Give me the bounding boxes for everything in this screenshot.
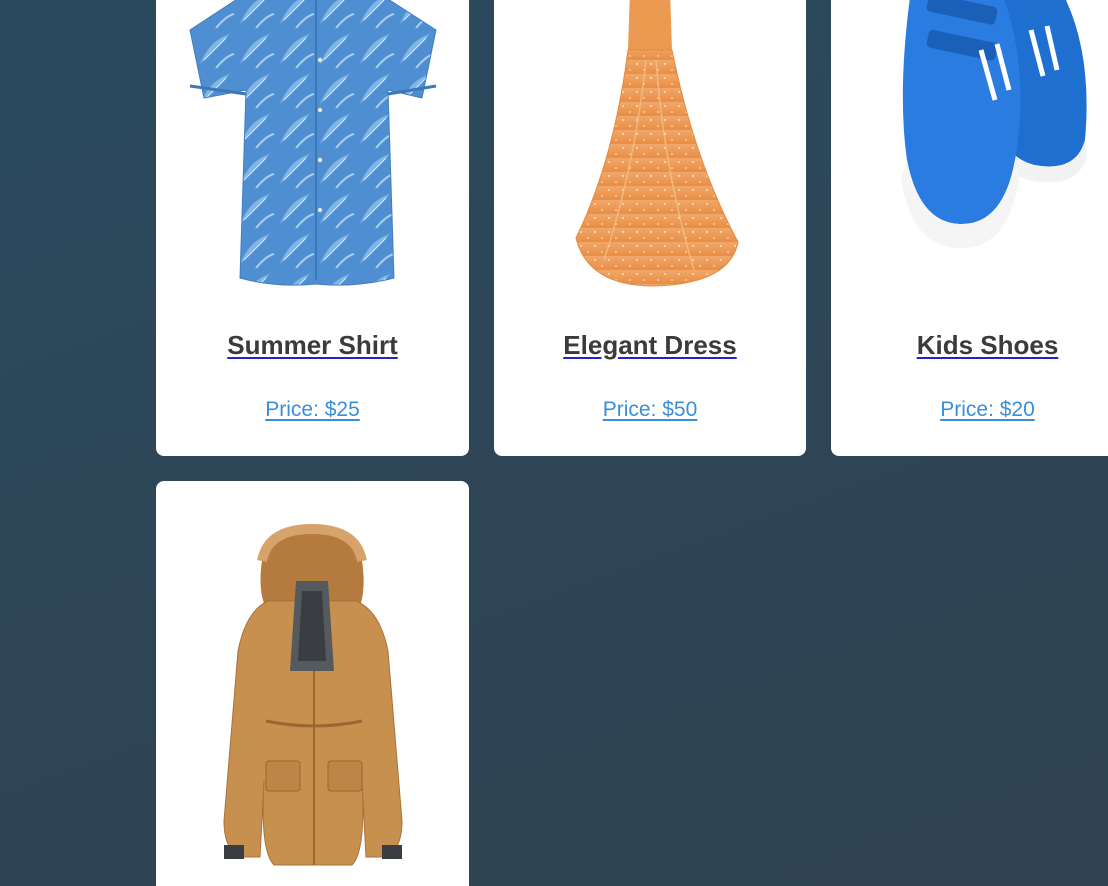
product-link[interactable]: [156, 481, 469, 886]
product-title[interactable]: Kids Shoes: [831, 330, 1108, 361]
product-card-elegant-dress[interactable]: Elegant Dress Price: $50: [494, 0, 806, 456]
dress-image: [575, 0, 739, 287]
product-price[interactable]: Price: $25: [156, 398, 469, 422]
product-link[interactable]: Kids Shoes Price: $20: [831, 0, 1108, 456]
product-card-summer-shirt[interactable]: Summer Shirt Price: $25: [156, 0, 469, 456]
product-price[interactable]: Price: $50: [494, 398, 806, 422]
shirt-image: [189, 0, 437, 286]
product-link[interactable]: Elegant Dress Price: $50: [494, 0, 806, 456]
jacket-image: [223, 523, 403, 866]
product-card-jacket[interactable]: [156, 481, 469, 886]
product-title[interactable]: Elegant Dress: [494, 330, 806, 361]
product-price[interactable]: Price: $20: [831, 398, 1108, 422]
shoes-image: [901, 0, 1087, 249]
product-card-kids-shoes[interactable]: Kids Shoes Price: $20: [831, 0, 1108, 456]
product-link[interactable]: Summer Shirt Price: $25: [156, 0, 469, 456]
product-title[interactable]: Summer Shirt: [156, 330, 469, 361]
